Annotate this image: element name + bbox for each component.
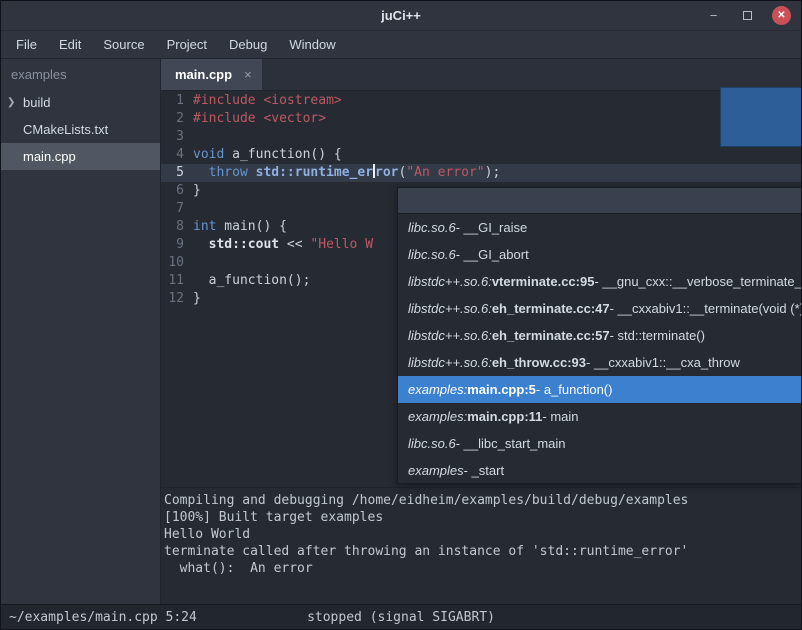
titlebar[interactable]: juCi++ − ✕ — [1, 1, 801, 31]
window-controls: − ✕ — [704, 1, 791, 30]
window-title: juCi++ — [381, 8, 421, 23]
tab-close-icon[interactable]: × — [244, 67, 252, 82]
maximize-icon — [743, 11, 752, 20]
status-bar: ~/examples/main.cpp 5:24 stopped (signal… — [1, 604, 801, 629]
menu-item-source[interactable]: Source — [92, 34, 155, 55]
backtrace-item[interactable]: libc.so.6 - __libc_start_main — [398, 430, 801, 457]
code-text: std::cout << "Hello W — [193, 236, 373, 254]
menu-item-project[interactable]: Project — [156, 34, 218, 55]
tab-bar: main.cpp × — [161, 59, 801, 91]
tab-main-cpp[interactable]: main.cpp × — [161, 59, 262, 90]
code-line-4[interactable]: 4void a_function() { — [161, 146, 801, 164]
code-line-1[interactable]: 1#include <iostream> — [161, 92, 801, 110]
code-text: throw std::runtime_error("An error"); — [193, 164, 500, 182]
menu-item-file[interactable]: File — [5, 34, 48, 55]
terminal-output: Compiling and debugging /home/eidheim/ex… — [161, 487, 801, 604]
terminal-line: Compiling and debugging /home/eidheim/ex… — [164, 492, 793, 509]
sidebar-item-label: build — [23, 95, 50, 110]
code-line-5[interactable]: 5 throw std::runtime_error("An error"); — [161, 164, 801, 182]
line-number: 4 — [161, 146, 193, 164]
line-number: 11 — [161, 272, 193, 290]
code-line-2[interactable]: 2#include <vector> — [161, 110, 801, 128]
terminal-line: Hello World — [164, 526, 793, 543]
file-tree: ❯build CMakeLists.txt main.cpp — [1, 89, 160, 170]
sidebar-item-build[interactable]: ❯build — [1, 89, 160, 116]
menu-item-edit[interactable]: Edit — [48, 34, 92, 55]
backtrace-item[interactable]: examples:main.cpp:11 - main — [398, 403, 801, 430]
maximize-button[interactable] — [738, 6, 757, 25]
backtrace-item[interactable]: libc.so.6 - __GI_abort — [398, 241, 801, 268]
menu-item-debug[interactable]: Debug — [218, 34, 278, 55]
menu-item-window[interactable]: Window — [278, 34, 346, 55]
terminal-line: terminate called after throwing an insta… — [164, 543, 793, 560]
sidebar-item-label: main.cpp — [23, 149, 76, 164]
backtrace-popup: libc.so.6 - __GI_raiselibc.so.6 - __GI_a… — [397, 187, 802, 484]
line-number: 5 — [161, 164, 193, 182]
chevron-right-icon: ❯ — [7, 97, 23, 108]
line-number: 1 — [161, 92, 193, 110]
close-icon: ✕ — [777, 10, 785, 21]
line-number: 6 — [161, 182, 193, 200]
backtrace-item[interactable]: examples - _start — [398, 457, 801, 484]
backtrace-item[interactable]: libstdc++.so.6:eh_terminate.cc:47 - __cx… — [398, 295, 801, 322]
sidebar-item-label: CMakeLists.txt — [23, 122, 108, 137]
sidebar-item-cmakelists-txt[interactable]: CMakeLists.txt — [1, 116, 160, 143]
minimize-icon: − — [710, 8, 718, 23]
close-button[interactable]: ✕ — [772, 6, 791, 25]
popup-search-entry[interactable] — [398, 188, 801, 214]
line-number: 12 — [161, 290, 193, 308]
terminal-line: [100%] Built target examples — [164, 509, 793, 526]
status-file-position: ~/examples/main.cpp 5:24 — [1, 610, 197, 625]
menu-bar: FileEditSourceProjectDebugWindow — [1, 31, 801, 59]
line-number: 2 — [161, 110, 193, 128]
code-text: } — [193, 182, 201, 200]
code-line-3[interactable]: 3 — [161, 128, 801, 146]
backtrace-item[interactable]: libstdc++.so.6:eh_throw.cc:93 - __cxxabi… — [398, 349, 801, 376]
code-text: #include <vector> — [193, 110, 326, 128]
code-text: int main() { — [193, 218, 287, 236]
backtrace-item[interactable]: libstdc++.so.6:vterminate.cc:95 - __gnu_… — [398, 268, 801, 295]
sidebar: examples ❯build CMakeLists.txt main.cpp — [1, 59, 161, 604]
line-number: 3 — [161, 128, 193, 146]
line-number: 8 — [161, 218, 193, 236]
backtrace-list: libc.so.6 - __GI_raiselibc.so.6 - __GI_a… — [398, 214, 801, 484]
tab-label: main.cpp — [175, 67, 232, 82]
tooltip-box — [720, 87, 802, 147]
backtrace-item[interactable]: libstdc++.so.6:eh_terminate.cc:57 - std:… — [398, 322, 801, 349]
code-text: a_function(); — [193, 272, 310, 290]
line-number: 9 — [161, 236, 193, 254]
code-text: } — [193, 290, 201, 308]
backtrace-item[interactable]: libc.so.6 - __GI_raise — [398, 214, 801, 241]
app-window: juCi++ − ✕ FileEditSourceProjectDebugWin… — [0, 0, 802, 630]
code-text: #include <iostream> — [193, 92, 342, 110]
code-text: void a_function() { — [193, 146, 342, 164]
line-number: 10 — [161, 254, 193, 272]
sidebar-header: examples — [1, 59, 160, 89]
line-number: 7 — [161, 200, 193, 218]
sidebar-item-main-cpp[interactable]: main.cpp — [1, 143, 160, 170]
terminal-line: what(): An error — [164, 560, 793, 577]
minimize-button[interactable]: − — [704, 6, 723, 25]
backtrace-item[interactable]: examples:main.cpp:5 - a_function() — [398, 376, 801, 403]
